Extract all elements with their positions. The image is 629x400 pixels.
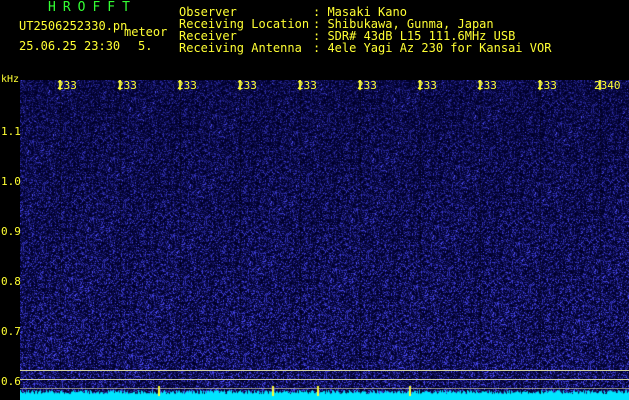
info-label-antenna: Receiving Antenna (179, 41, 302, 55)
y-tick-label: 0.9 (1, 225, 21, 238)
x-tick-label: 233 (117, 79, 137, 92)
x-tick-label: 233 (237, 79, 257, 92)
counter: 5. (138, 39, 153, 53)
reference-line (20, 388, 629, 389)
y-unit-label: kHz (1, 74, 20, 85)
date-time: 25.06.25 23:30 (19, 39, 121, 53)
y-tick-label: 1.1 (1, 125, 21, 138)
y-tick-label: 0.6 (1, 375, 21, 388)
x-tick-label: 233 (537, 79, 557, 92)
file-type: meteor (124, 25, 168, 39)
x-tick-label: 233 (297, 79, 317, 92)
reference-line (20, 370, 629, 371)
file-name: UT2506252330.pn (19, 19, 128, 33)
x-tick-label: 233 (177, 79, 197, 92)
x-tick-label: 233 (357, 79, 377, 92)
reference-line (20, 379, 629, 380)
x-tick-label: 2340 (594, 79, 621, 92)
y-tick-label: 0.8 (1, 275, 21, 288)
info-value-antenna: : 4ele Yagi Az 230 for Kansai VOR (313, 41, 552, 55)
x-tick-label: 233 (417, 79, 437, 92)
y-tick-label: 0.7 (1, 325, 21, 338)
header-panel: HROFFT UT2506252330.pn meteor 25.06.25 2… (0, 0, 629, 78)
app-title: HROFFT (48, 0, 137, 15)
x-tick-label: 233 (57, 79, 77, 92)
x-tick-label: 233 (477, 79, 497, 92)
y-tick-label: 1.0 (1, 175, 21, 188)
spectrogram (20, 80, 629, 400)
